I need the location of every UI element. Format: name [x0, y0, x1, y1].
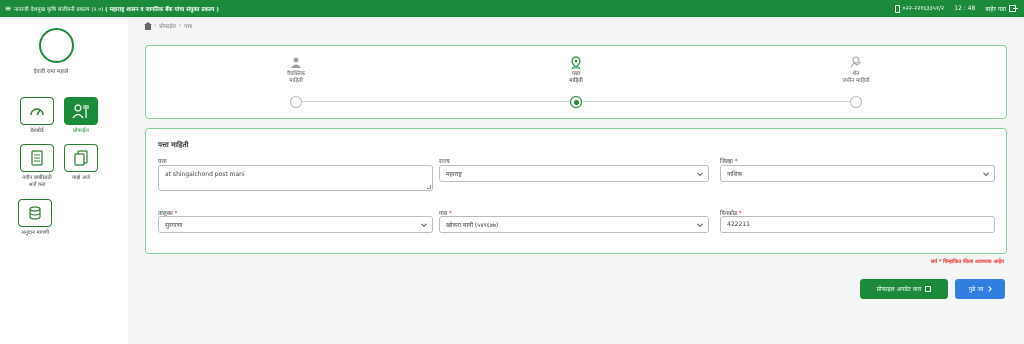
land-icon — [850, 56, 862, 68]
subsidy-coins-icon — [29, 206, 41, 220]
pincode-input[interactable]: 422211 — [720, 216, 995, 233]
sidebar-item-new-application[interactable]: नवीन बाबींसाठी अर्ज करा — [19, 144, 55, 189]
step-label-line2: माहिती — [569, 78, 583, 84]
state-select[interactable]: महाराष्ट्र — [439, 165, 709, 182]
step-land-info[interactable]: शेत जमीन माहिती — [816, 56, 896, 108]
sidebar-item-subsidy-demand[interactable]: अनुदान मागणी — [17, 199, 53, 237]
chevron-down-icon — [983, 169, 989, 176]
step-label-line1: वैयक्तिक — [287, 71, 305, 77]
sidebar-item-label: अनुदान मागणी — [21, 230, 49, 236]
step-label-line2: माहिती — [289, 78, 303, 84]
required-fields-note: सर्व * चिन्हांकित फील्ड आवश्यक आहेत — [930, 259, 1004, 265]
step-label-line2: जमीन माहिती — [842, 78, 870, 84]
chevron-down-icon — [421, 220, 427, 227]
person-icon — [291, 57, 301, 68]
avatar — [39, 28, 74, 63]
resize-handle-icon[interactable] — [427, 185, 431, 189]
sidebar-item-label: माझे अर्ज — [72, 175, 90, 181]
phone-icon — [894, 4, 900, 13]
app-title: नानाजी देशमुख कृषि संजीवनी प्रकल्प (२.०)… — [14, 5, 895, 13]
step-dot-active — [570, 96, 582, 108]
address-form-card: पत्ता माहिती पत्ता at shingalchond post … — [145, 128, 1007, 254]
step-label-line1: पत्ता — [571, 71, 581, 77]
taluka-value: सुरगाणा — [165, 221, 183, 229]
state-value: महाराष्ट्र — [446, 170, 462, 178]
village-value: खोकरा मानी (५४९६७७) — [446, 221, 499, 229]
clock: 12 : 48 — [954, 5, 976, 12]
state-label: राज्य — [439, 159, 450, 165]
village-select[interactable]: खोकरा मानी (५४९६७७) — [439, 216, 709, 233]
chevron-down-icon — [697, 220, 703, 227]
sidebar-item-label: डॅशबोर्ड — [30, 128, 44, 134]
new-application-checklist-icon — [31, 150, 43, 166]
next-label: पुढे जा — [968, 286, 984, 293]
home-icon[interactable] — [144, 21, 152, 30]
sidebar-item-label: प्रोफाईल — [73, 128, 89, 134]
farmer-profile-icon — [72, 104, 89, 119]
top-bar: ≡ नानाजी देशमुख कृषि संजीवनी प्रकल्प (२.… — [0, 0, 1024, 17]
helpline-number: ०२२-२२१६३३५१/२ — [902, 5, 945, 13]
address-value: at shingalchond post mani — [165, 171, 245, 178]
step-dot — [290, 96, 302, 108]
location-pin-icon — [571, 55, 581, 69]
logout-label: बाहेर पडा — [985, 5, 1006, 13]
address-textarea[interactable]: at shingalchond post mani — [158, 165, 433, 191]
sidebar-item-my-applications[interactable]: माझे अर्ज — [63, 144, 99, 182]
district-select[interactable]: नाशिक — [720, 165, 995, 182]
sidebar-item-label: नवीन बाबींसाठी अर्ज करा — [22, 175, 52, 188]
breadcrumb: › प्रोफाईल › पत्ता — [144, 21, 193, 30]
logout-button[interactable]: बाहेर पडा — [985, 5, 1018, 13]
step-personal-info[interactable]: वैयक्तिक माहिती — [256, 56, 336, 108]
user-name: देवजी रामा महाले — [33, 69, 69, 75]
logout-icon — [1009, 5, 1018, 12]
update-profile-button[interactable]: प्रोफाइल अपडेट करा — [860, 279, 948, 299]
step-dot — [850, 96, 862, 108]
chevron-right-icon — [986, 286, 993, 292]
address-label: पत्ता — [158, 159, 167, 165]
step-address-info[interactable]: पत्ता माहिती — [536, 55, 616, 108]
my-applications-icon — [74, 150, 88, 166]
next-button[interactable]: पुढे जा — [955, 279, 1005, 299]
profile-stepper: वैयक्तिक माहिती पत्ता माहिती शेत जमीन माहित… — [145, 45, 1007, 119]
hamburger-menu-icon[interactable]: ≡ — [2, 4, 14, 13]
update-profile-label: प्रोफाइल अपडेट करा — [876, 286, 922, 293]
app-title-sub: ( महाराष्ट्र शासन व जागतिक बँक यांचा संय… — [105, 6, 219, 13]
district-value: नाशिक — [727, 170, 743, 178]
breadcrumb-item-address: पत्ता — [184, 24, 193, 30]
helpline: ०२२-२२१६३३५१/२ — [894, 4, 945, 13]
chevron-down-icon — [697, 169, 703, 176]
save-icon — [925, 286, 932, 292]
pincode-value: 422211 — [727, 221, 750, 228]
dashboard-gauge-icon — [30, 108, 44, 116]
sidebar-item-dashboard[interactable]: डॅशबोर्ड — [19, 97, 55, 135]
taluka-select[interactable]: सुरगाणा — [158, 216, 433, 233]
sidebar-item-profile[interactable]: प्रोफाईल — [63, 97, 99, 135]
step-label-line1: शेत — [852, 71, 860, 77]
sidebar: देवजी रामा महाले डॅशबोर्ड प्रोफाईल नवीन … — [0, 17, 128, 344]
breadcrumb-item-profile[interactable]: प्रोफाईल — [159, 22, 176, 30]
form-title: पत्ता माहिती — [158, 141, 189, 149]
district-label: जिल्हा * — [720, 157, 738, 165]
app-title-main: नानाजी देशमुख कृषि संजीवनी प्रकल्प (२.०) — [14, 6, 104, 13]
